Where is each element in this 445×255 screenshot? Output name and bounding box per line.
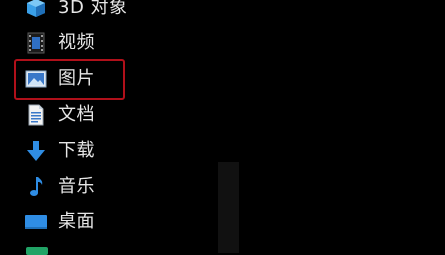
partial-icon	[26, 247, 48, 255]
navigation-pane: 3D 对象 视频 图片 文档 下载 音乐 桌面	[0, 0, 445, 255]
nav-item-label: 桌面	[58, 211, 95, 232]
nav-item-documents[interactable]: 文档	[24, 98, 95, 132]
desktop-icon	[24, 210, 48, 234]
nav-item-downloads[interactable]: 下载	[24, 134, 95, 168]
nav-item-label: 下载	[58, 140, 95, 161]
nav-item-label: 音乐	[58, 176, 95, 197]
nav-item-label: 视频	[58, 32, 95, 53]
nav-item-3d-objects[interactable]: 3D 对象	[24, 0, 128, 25]
nav-item-music[interactable]: 音乐	[24, 170, 95, 204]
music-icon	[24, 175, 48, 199]
documents-icon	[24, 103, 48, 127]
nav-item-label: 文档	[58, 104, 95, 125]
videos-icon	[24, 31, 48, 55]
3d-objects-icon	[24, 0, 48, 20]
highlight-box	[14, 59, 125, 100]
nav-item-videos[interactable]: 视频	[24, 26, 95, 60]
nav-item-label: 3D 对象	[58, 0, 128, 18]
downloads-icon	[24, 139, 48, 163]
nav-item-desktop[interactable]: 桌面	[24, 205, 95, 239]
scrollbar[interactable]	[218, 162, 239, 253]
